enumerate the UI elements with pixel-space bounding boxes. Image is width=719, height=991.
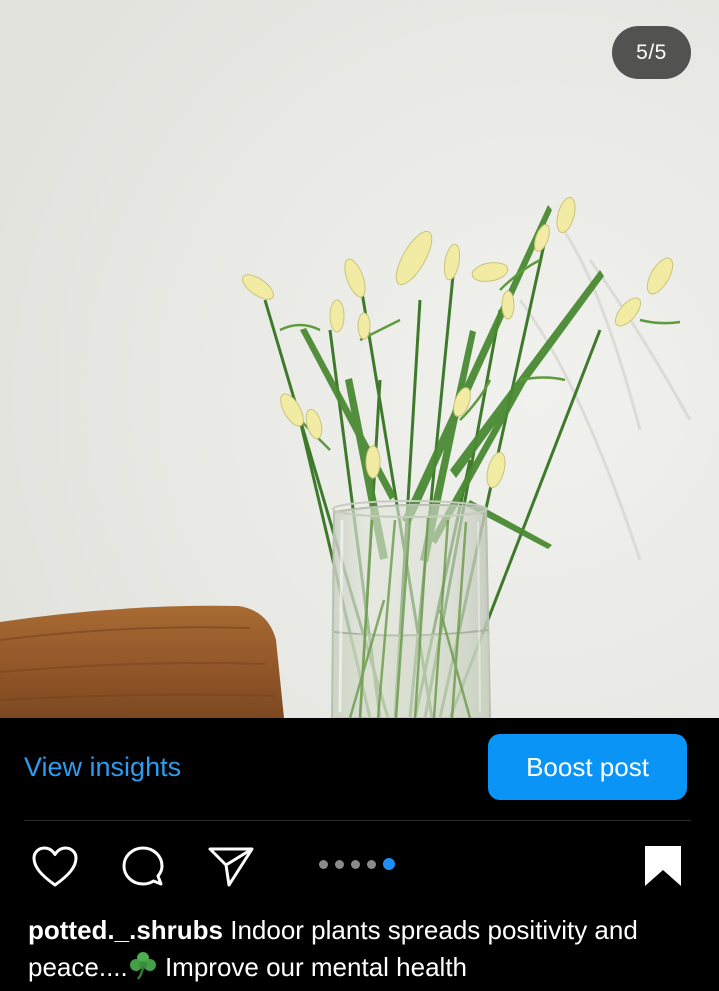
bookmark-icon[interactable] — [643, 844, 683, 888]
shamrock-icon — [128, 950, 158, 990]
caption-username[interactable]: potted._.shrubs — [28, 915, 223, 945]
paper-plane-icon[interactable] — [207, 845, 255, 889]
carousel-dot-active — [383, 858, 395, 870]
carousel-dot — [351, 859, 360, 869]
post-image[interactable]: 5/5 — [0, 0, 719, 718]
view-insights-link[interactable]: View insights — [24, 752, 181, 783]
divider — [24, 820, 691, 821]
caption-text-continued: Improve our mental health — [157, 952, 468, 982]
carousel-dot — [367, 859, 376, 869]
carousel-dot — [335, 859, 344, 869]
comment-icon[interactable] — [119, 844, 167, 892]
boost-post-button[interactable]: Boost post — [488, 734, 687, 800]
post-caption: potted._.shrubs Indoor plants spreads po… — [28, 912, 698, 990]
carousel-indicator — [319, 858, 395, 870]
insights-row: View insights Boost post — [0, 718, 719, 820]
flowers-in-vase-photo — [0, 0, 719, 718]
image-counter-badge: 5/5 — [612, 26, 691, 79]
heart-icon[interactable] — [31, 845, 79, 889]
carousel-dot — [319, 859, 328, 869]
